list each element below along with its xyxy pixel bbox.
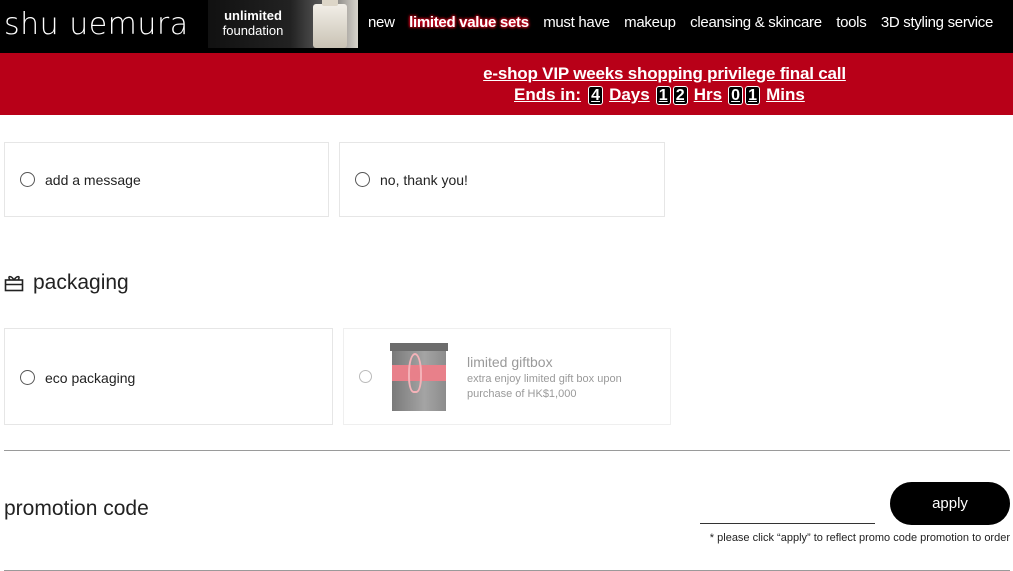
eco-packaging-option[interactable]: eco packaging (4, 328, 333, 425)
apply-button[interactable]: apply (890, 482, 1010, 525)
countdown-days-label: Days (609, 85, 650, 104)
nav-item-limited-value-sets[interactable]: limited value sets (409, 14, 529, 31)
eco-packaging-label: eco packaging (45, 370, 136, 386)
add-message-radio[interactable] (20, 172, 35, 187)
foundation-bottle-image (313, 0, 347, 48)
countdown-digit: 1 (745, 85, 761, 105)
countdown-timer: Ends in: 4 Days 1 2 Hrs 0 1 Mins (514, 85, 810, 105)
limited-giftbox-radio[interactable] (359, 370, 372, 383)
top-nav: shu uemura unlimited foundation new limi… (0, 0, 1013, 53)
packaging-heading: packaging (4, 271, 129, 295)
gift-icon (4, 275, 24, 292)
announcement-headline[interactable]: e-shop VIP weeks shopping privilege fina… (0, 64, 1013, 84)
giftbox-description: extra enjoy limited gift box upon purcha… (467, 373, 622, 400)
limited-giftbox-option[interactable]: limited giftbox extra enjoy limited gift… (343, 328, 671, 425)
eco-packaging-radio[interactable] (20, 370, 35, 385)
promo-banner[interactable]: unlimited foundation (208, 0, 358, 48)
promotion-code-title: promotion code (4, 497, 149, 520)
nav-item-must-have[interactable]: must have (543, 14, 610, 31)
announcement-bar: e-shop VIP weeks shopping privilege fina… (0, 53, 1013, 115)
countdown-mins-label: Mins (766, 85, 805, 104)
main-nav: new limited value sets must have makeup … (368, 14, 1003, 32)
nav-item-new[interactable]: new (368, 14, 395, 31)
packaging-title: packaging (33, 271, 129, 294)
nav-item-tools[interactable]: tools (836, 14, 866, 31)
countdown-digit: 2 (672, 85, 688, 105)
countdown-digit: 1 (655, 85, 671, 105)
giftbox-image (390, 343, 448, 411)
no-message-radio[interactable] (355, 172, 370, 187)
nav-item-makeup[interactable]: makeup (624, 14, 676, 31)
nav-item-3d-styling[interactable]: 3D styling service (881, 14, 993, 31)
divider (4, 450, 1010, 451)
countdown-hours-label: Hrs (693, 85, 723, 104)
add-message-label: add a message (45, 172, 141, 188)
countdown-digit: 4 (588, 85, 604, 105)
countdown-digit: 0 (728, 85, 744, 105)
add-message-option[interactable]: add a message (4, 142, 329, 217)
promotion-note: * please click “apply” to reflect promo … (709, 532, 1010, 544)
promo-banner-line1: unlimited (224, 8, 282, 23)
no-message-option[interactable]: no, thank you! (339, 142, 665, 217)
no-message-label: no, thank you! (380, 172, 468, 188)
countdown-ends-label: Ends in: (514, 85, 582, 104)
promotion-code-input[interactable] (700, 506, 875, 524)
brand-logo[interactable]: shu uemura (4, 7, 189, 42)
giftbox-title: limited giftbox (467, 354, 553, 370)
nav-item-cleansing-skincare[interactable]: cleansing & skincare (690, 14, 822, 31)
promo-banner-line2: foundation (222, 23, 284, 38)
